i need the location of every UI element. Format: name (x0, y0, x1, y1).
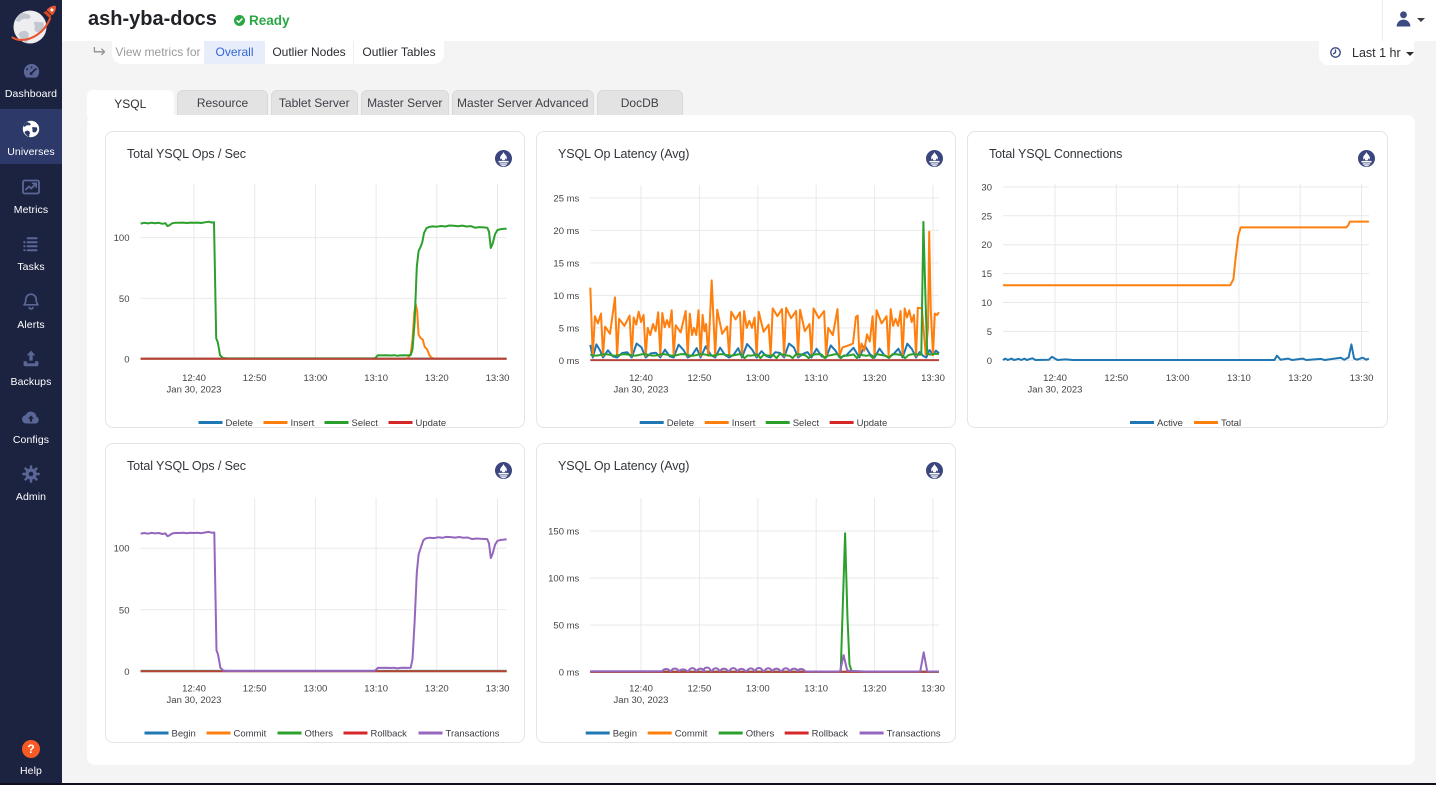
svg-text:0: 0 (124, 667, 129, 678)
svg-text:30: 30 (981, 182, 992, 193)
svg-text:Update: Update (416, 418, 447, 429)
svg-text:Others: Others (305, 729, 334, 740)
svg-text:10: 10 (981, 298, 992, 309)
svg-text:Delete: Delete (226, 418, 253, 429)
svg-text:50 ms: 50 ms (553, 621, 579, 632)
svg-text:0: 0 (124, 355, 129, 366)
svg-text:12:40: 12:40 (629, 684, 653, 695)
svg-text:Active: Active (1157, 418, 1183, 429)
svg-text:0 ms: 0 ms (559, 356, 580, 367)
svg-text:100: 100 (114, 233, 130, 244)
svg-text:15: 15 (981, 269, 992, 280)
svg-text:0: 0 (987, 356, 992, 367)
svg-text:13:30: 13:30 (486, 373, 510, 384)
svg-text:12:40: 12:40 (629, 373, 653, 384)
svg-text:150 ms: 150 ms (548, 527, 579, 538)
svg-text:12:40: 12:40 (1043, 373, 1067, 384)
svg-text:12:50: 12:50 (688, 684, 712, 695)
svg-text:13:30: 13:30 (921, 684, 945, 695)
svg-text:50: 50 (119, 294, 130, 305)
svg-text:Transactions: Transactions (887, 729, 941, 740)
svg-text:13:20: 13:20 (1288, 373, 1312, 384)
svg-text:12:40: 12:40 (182, 373, 206, 384)
svg-text:Select: Select (352, 418, 379, 429)
svg-text:Jan 30, 2023: Jan 30, 2023 (614, 385, 669, 396)
svg-text:13:20: 13:20 (863, 373, 887, 384)
svg-text:13:30: 13:30 (486, 684, 510, 695)
svg-text:Rollback: Rollback (812, 729, 849, 740)
svg-text:Delete: Delete (667, 418, 694, 429)
svg-text:Commit: Commit (675, 729, 708, 740)
svg-text:20: 20 (981, 240, 992, 251)
svg-text:Commit: Commit (234, 729, 267, 740)
svg-text:12:50: 12:50 (1104, 373, 1128, 384)
svg-text:13:20: 13:20 (425, 373, 449, 384)
svg-text:13:10: 13:10 (1227, 373, 1251, 384)
svg-text:Jan 30, 2023: Jan 30, 2023 (167, 385, 222, 396)
svg-text:12:50: 12:50 (243, 373, 267, 384)
svg-text:Total: Total (1221, 418, 1241, 429)
svg-text:25: 25 (981, 211, 992, 222)
svg-text:13:00: 13:00 (304, 684, 328, 695)
svg-text:12:50: 12:50 (688, 373, 712, 384)
svg-text:0 ms: 0 ms (559, 668, 580, 679)
svg-text:Insert: Insert (291, 418, 315, 429)
svg-text:Begin: Begin (172, 729, 196, 740)
svg-text:5 ms: 5 ms (559, 323, 580, 334)
svg-text:5: 5 (987, 327, 992, 338)
svg-text:13:10: 13:10 (804, 684, 828, 695)
svg-text:?: ? (27, 742, 34, 756)
svg-text:Jan 30, 2023: Jan 30, 2023 (1028, 385, 1083, 396)
svg-text:12:50: 12:50 (243, 684, 267, 695)
svg-text:Jan 30, 2023: Jan 30, 2023 (167, 695, 222, 706)
svg-text:Transactions: Transactions (446, 729, 500, 740)
svg-text:Insert: Insert (732, 418, 756, 429)
svg-text:100: 100 (114, 544, 130, 555)
svg-text:Others: Others (746, 729, 775, 740)
svg-text:100 ms: 100 ms (548, 574, 579, 585)
svg-text:13:00: 13:00 (746, 684, 770, 695)
svg-text:50: 50 (119, 605, 130, 616)
svg-text:13:20: 13:20 (425, 684, 449, 695)
svg-text:20 ms: 20 ms (553, 226, 579, 237)
svg-text:10 ms: 10 ms (553, 291, 579, 302)
svg-text:13:30: 13:30 (921, 373, 945, 384)
svg-text:Select: Select (793, 418, 820, 429)
svg-text:Begin: Begin (613, 729, 637, 740)
svg-text:13:00: 13:00 (304, 373, 328, 384)
svg-text:12:40: 12:40 (182, 684, 206, 695)
svg-text:13:00: 13:00 (1166, 373, 1190, 384)
svg-text:13:30: 13:30 (1350, 373, 1374, 384)
svg-text:Update: Update (857, 418, 888, 429)
svg-text:13:00: 13:00 (746, 373, 770, 384)
svg-text:Jan 30, 2023: Jan 30, 2023 (614, 695, 669, 706)
svg-text:25 ms: 25 ms (553, 193, 579, 204)
svg-text:15 ms: 15 ms (553, 258, 579, 269)
svg-text:13:20: 13:20 (863, 684, 887, 695)
svg-text:Rollback: Rollback (371, 729, 408, 740)
svg-text:13:10: 13:10 (364, 684, 388, 695)
svg-text:13:10: 13:10 (364, 373, 388, 384)
svg-text:13:10: 13:10 (804, 373, 828, 384)
